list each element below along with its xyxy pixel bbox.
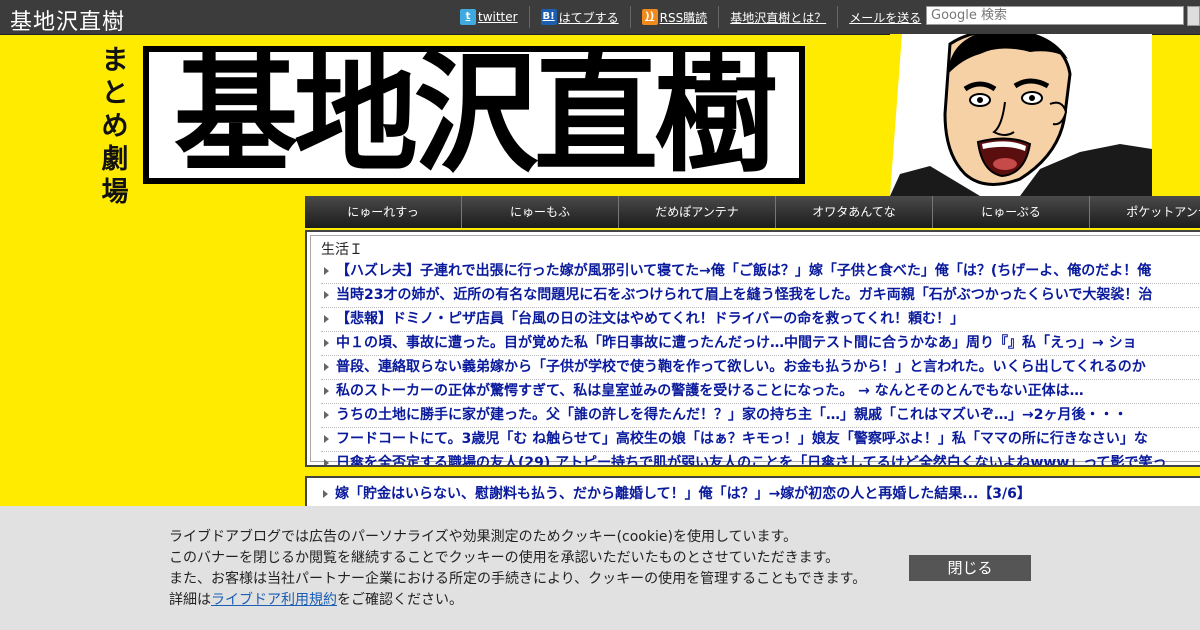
send-mail-link[interactable]: メールを送る — [837, 6, 932, 28]
cookie-line-3: また、お客様は当社パートナー企業における所定の手続きにより、クッキーの使用を管理… — [169, 571, 867, 587]
nav-item-pocket-antenna[interactable]: ポケットアンテ — [1090, 196, 1200, 228]
hatena-bookmark-link-label: はてブする — [558, 10, 619, 25]
bullet-icon — [324, 339, 329, 347]
list-item[interactable]: フードコートにて。3歳児「む ね触らせて」高校生の娘「はぁ？キモっ！」娘友「警察… — [321, 428, 1200, 452]
hatena-bookmark-link[interactable]: B! はてブする — [528, 6, 630, 28]
cookie-banner: ライブドアブログでは広告のパーソナライズや効果測定のためクッキー(cookie)… — [0, 506, 1200, 630]
bullet-icon — [324, 459, 329, 465]
rss-link[interactable]: )) RSS購読 — [629, 6, 719, 28]
bullet-icon — [324, 411, 329, 419]
cookie-line-4: 詳細はライブドア利用規約をご確認ください。 — [169, 590, 866, 611]
twitter-icon: t — [460, 9, 476, 25]
list-item-text: 日傘を全否定する職場の友人(29) アトピー持ちで肌が弱い友人のことを「日傘さし… — [336, 455, 1167, 467]
mascot-face-illustration — [890, 34, 1152, 196]
list-item[interactable]: 当時23才の姉が、近所の有名な問題児に石をぶつけられて眉上を縫う怪我をした。ガキ… — [321, 284, 1200, 308]
bullet-icon — [324, 387, 329, 395]
list-item-text: 嫁「貯金はいらない、慰謝料も払う、だから離婚して！」俺「は？」→嫁が初恋の人と再… — [335, 486, 1031, 502]
nav-item-newres[interactable]: にゅーれすっ — [305, 196, 462, 228]
list-item-text: うちの土地に勝手に家が建った。父「誰の許しを得たんだ！？」家の持ち主「…」親戚「… — [336, 407, 1128, 423]
list-item-text: フードコートにて。3歳児「む ね触らせて」高校生の娘「はぁ？キモっ！」娘友「警察… — [336, 431, 1148, 447]
list-item[interactable]: 【悲報】ドミノ・ピザ店員「台風の日の注文はやめてくれ！ドライバーの命を救ってくれ… — [321, 308, 1200, 332]
terms-link[interactable]: ライブドア利用規約 — [211, 592, 337, 608]
site-logo-text: 基地沢直樹 — [173, 46, 778, 184]
list-item[interactable]: 嫁「貯金はいらない、慰謝料も払う、だから離婚して！」俺「は？」→嫁が初恋の人と再… — [320, 483, 1031, 506]
search-button[interactable] — [1187, 6, 1200, 26]
bullet-icon — [323, 490, 328, 498]
bullet-icon — [324, 291, 329, 299]
site-logo[interactable]: 基地沢直樹 — [143, 46, 805, 184]
nav-item-damepo-antenna[interactable]: だめぽアンテナ — [619, 196, 776, 228]
site-title[interactable]: 基地沢直樹 — [10, 4, 125, 36]
nav-item-newmofu[interactable]: にゅーもふ — [462, 196, 619, 228]
list-item[interactable]: 中１の頃、事故に遭った。目が覚めた私「昨日事故に遭ったんだっけ…中間テスト間に合… — [321, 332, 1200, 356]
cookie-line-2: このバナーを閉じるか閲覧を継続することでクッキーの使用を承認いただいたものとさせ… — [169, 550, 840, 566]
bullet-icon — [324, 315, 329, 323]
list-item[interactable]: うちの土地に勝手に家が建った。父「誰の許しを得たんだ！？」家の持ち主「…」親戚「… — [321, 404, 1200, 428]
bullet-icon — [324, 435, 329, 443]
close-button[interactable]: 閉じる — [909, 555, 1031, 581]
list-item[interactable]: 【ハズレ夫】子連れで出張に行った嫁が風邪引いて寝てた→俺「ご飯は？」嫁「子供と食… — [321, 260, 1200, 284]
nav-menu: にゅーれすっ にゅーもふ だめぽアンテナ オワタあんてな にゅーぷる ポケットア… — [305, 196, 1200, 228]
banner-subtitle: まとめ劇場 — [101, 45, 129, 208]
list-item[interactable]: 私のストーカーの正体が驚愕すぎて、私は皇室並みの警護を受けることになった。 → … — [321, 380, 1200, 404]
hatena-bookmark-icon: B! — [540, 9, 557, 25]
list-item[interactable]: 日傘を全否定する職場の友人(29) アトピー持ちで肌が弱い友人のことを「日傘さし… — [321, 452, 1200, 467]
cookie-line-4-prefix: 詳細は — [169, 592, 211, 608]
list-item[interactable]: 普段、連絡取らない義弟嫁から「子供が学校で使う鞄を作って欲しい。お金も払うから！… — [321, 356, 1200, 380]
nav-item-owata-antenna[interactable]: オワタあんてな — [776, 196, 933, 228]
list-item-text: 私のストーカーの正体が驚愕すぎて、私は皇室並みの警護を受けることになった。 → … — [336, 383, 1084, 399]
nav-item-newpuru[interactable]: にゅーぷる — [933, 196, 1090, 228]
twitter-link[interactable]: t twitter — [460, 6, 529, 28]
bullet-icon — [324, 267, 329, 275]
list-item-text: 当時23才の姉が、近所の有名な問題児に石をぶつけられて眉上を縫う怪我をした。ガキ… — [336, 287, 1153, 303]
list-item-text: 【悲報】ドミノ・ピザ店員「台風の日の注文はやめてくれ！ドライバーの命を救ってくれ… — [336, 311, 965, 327]
cookie-line-4-suffix: をご確認ください。 — [337, 592, 463, 608]
about-link[interactable]: 基地沢直樹とは？ — [718, 6, 837, 28]
twitter-link-label: twitter — [478, 10, 518, 24]
cookie-message: ライブドアブログでは広告のパーソナライズや効果測定のためクッキー(cookie)… — [169, 527, 866, 611]
rss-link-label: RSS購読 — [659, 10, 708, 25]
top-bar: 基地沢直樹 t twitter B! はてブする )) RSS購読 基地沢直樹と… — [0, 0, 1200, 35]
bullet-icon — [324, 363, 329, 371]
feed-title: 生活Ｉ — [321, 242, 363, 258]
feed-box: 生活Ｉ 【ハズレ夫】子連れで出張に行った嫁が風邪引いて寝てた→俺「ご飯は？」嫁「… — [305, 230, 1200, 467]
rss-icon: )) — [641, 9, 658, 25]
top-links: t twitter B! はてブする )) RSS購読 基地沢直樹とは？ メール… — [460, 0, 932, 34]
list-item-text: 【ハズレ夫】子連れで出張に行った嫁が風邪引いて寝てた→俺「ご飯は？」嫁「子供と食… — [336, 263, 1152, 279]
list-item-text: 中１の頃、事故に遭った。目が覚めた私「昨日事故に遭ったんだっけ…中間テスト間に合… — [336, 335, 1137, 351]
list-item-text: 普段、連絡取らない義弟嫁から「子供が学校で使う鞄を作って欲しい。お金も払うから！… — [336, 359, 1146, 375]
search-input[interactable]: Google 検索 — [926, 6, 1184, 25]
cookie-line-1: ライブドアブログでは広告のパーソナライズや効果測定のためクッキー(cookie)… — [169, 529, 798, 545]
feed-list: 【ハズレ夫】子連れで出張に行った嫁が風邪引いて寝てた→俺「ご飯は？」嫁「子供と食… — [321, 260, 1200, 467]
send-mail-link-label: メールを送る — [849, 10, 922, 25]
about-link-label: 基地沢直樹とは？ — [730, 10, 827, 25]
